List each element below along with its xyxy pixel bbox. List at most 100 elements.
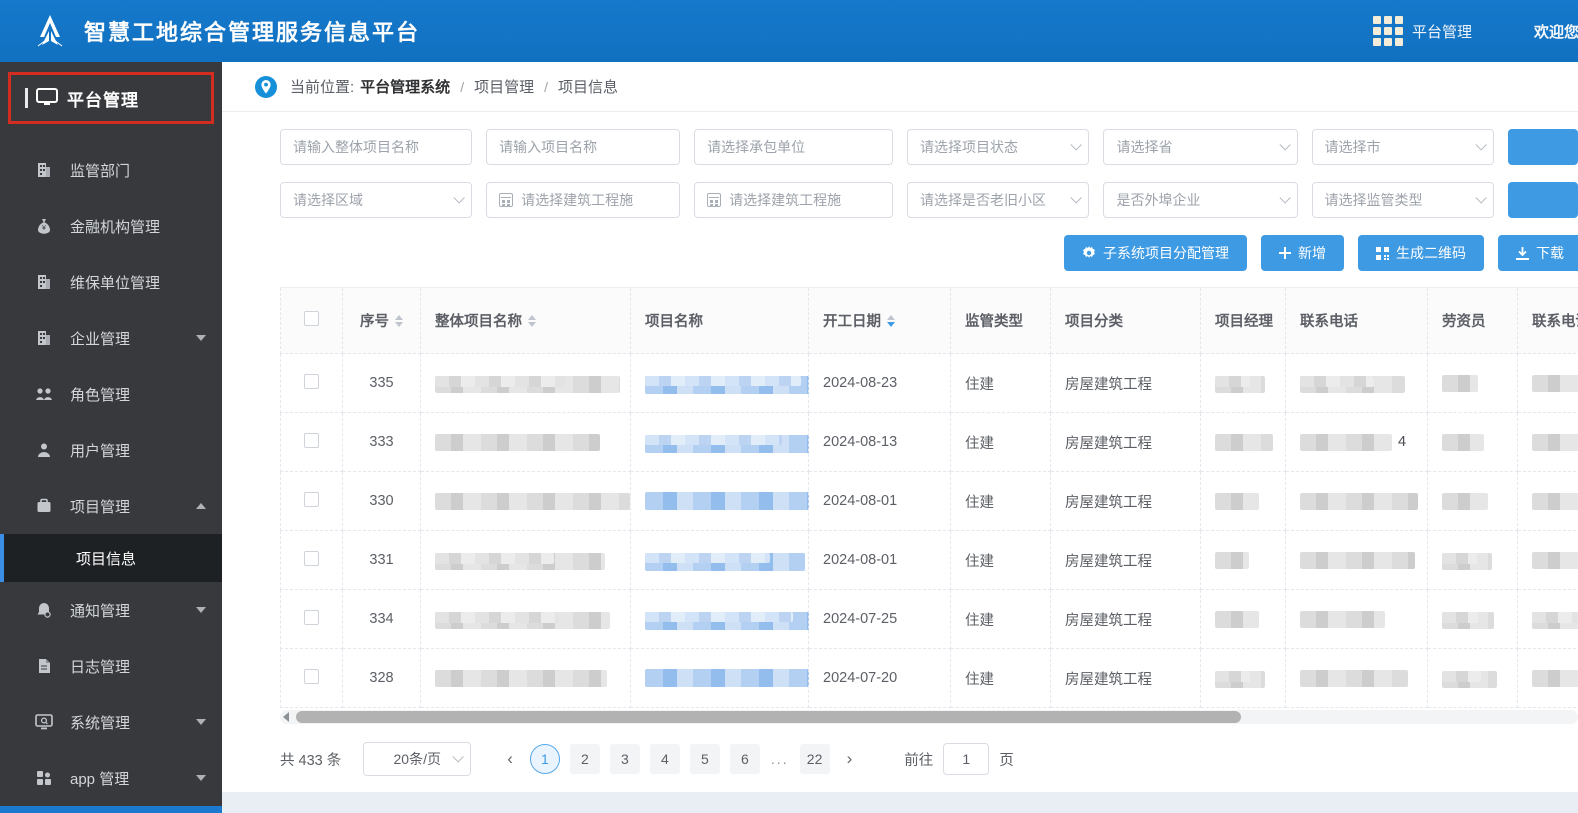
redacted-project-name-link[interactable]	[645, 669, 825, 687]
horizontal-scrollbar[interactable]	[280, 710, 1578, 724]
breadcrumb-project-info[interactable]: 项目信息	[558, 76, 618, 97]
page-button-6[interactable]: 6	[729, 744, 760, 774]
construction-start-date-picker[interactable]: 请选择建筑工程施	[486, 182, 681, 218]
sidebar-item-label: 日志管理	[70, 658, 131, 676]
download-button[interactable]: 下载	[1498, 235, 1578, 271]
reset-button-clipped[interactable]	[1507, 182, 1578, 218]
add-button[interactable]: 新增	[1261, 235, 1344, 271]
row-checkbox[interactable]	[304, 373, 319, 389]
redacted-manager	[1215, 492, 1259, 510]
redacted-project-name-link[interactable]	[645, 552, 805, 571]
redacted-phone	[1300, 433, 1392, 451]
goto-page-input[interactable]	[943, 743, 990, 775]
redacted-phone	[1300, 376, 1405, 393]
scrollbar-thumb[interactable]	[296, 711, 1241, 723]
sidebar-item-system-mgmt[interactable]: 系统管理	[0, 694, 222, 750]
city-select[interactable]: 请选择市	[1311, 129, 1494, 165]
sidebar-item-project-mgmt[interactable]: 项目管理	[0, 478, 222, 534]
chevron-down-icon	[1475, 139, 1487, 151]
table-row[interactable]: 331 2024-08-01 住建 房屋建筑工程	[280, 530, 1578, 590]
row-checkbox[interactable]	[304, 609, 319, 625]
table-row[interactable]: 333 2024-08-13 住建 房屋建筑工程 4	[280, 412, 1578, 472]
contractor-select[interactable]: 请选择承包单位	[694, 129, 894, 165]
col-category: 项目分类	[1065, 314, 1123, 330]
project-name-field[interactable]	[499, 139, 668, 155]
page-size-select[interactable]: 20条/页	[363, 742, 472, 776]
building-icon	[34, 274, 54, 290]
redacted-labor-officer	[1442, 433, 1484, 451]
sidebar-item-user-mgmt[interactable]: 用户管理	[0, 422, 222, 478]
row-checkbox[interactable]	[304, 432, 319, 448]
col-phone2: 联系电话	[1532, 314, 1578, 330]
sidebar-item-maintenance-units[interactable]: 维保单位管理	[0, 254, 222, 310]
sidebar-item-label: 通知管理	[70, 602, 131, 620]
redacted-phone	[1300, 610, 1385, 628]
project-name-input[interactable]	[486, 129, 681, 165]
sidebar-item-regulators[interactable]: 监管部门	[0, 142, 222, 198]
row-checkbox[interactable]	[304, 550, 319, 566]
sidebar-bottom-strip	[0, 806, 222, 813]
page-button-5[interactable]: 5	[689, 744, 720, 774]
table-row[interactable]: 335 2024-08-23 住建 房屋建筑工程	[280, 353, 1578, 413]
sidebar-item-role-mgmt[interactable]: 角色管理	[0, 366, 222, 422]
redacted-manager	[1215, 433, 1273, 451]
breadcrumb-root[interactable]: 平台管理系统	[360, 76, 450, 97]
bell-icon	[34, 602, 54, 618]
cell-start-date: 2024-07-20	[808, 648, 951, 708]
page-button-last[interactable]: 22	[799, 744, 830, 774]
page-button-4[interactable]: 4	[649, 744, 680, 774]
sidebar-section-platform[interactable]: 平台管理	[8, 72, 214, 124]
prev-page-button[interactable]: ‹	[495, 749, 525, 769]
next-page-button[interactable]: ›	[835, 749, 865, 769]
cell-seq: 333	[342, 412, 421, 472]
sort-icons[interactable]	[395, 314, 403, 327]
province-select[interactable]: 请选择省	[1103, 129, 1298, 165]
sidebar-item-app-mgmt[interactable]: app 管理	[0, 750, 222, 806]
overall-project-name-input[interactable]	[280, 129, 473, 165]
sidebar-item-notice-mgmt[interactable]: 通知管理	[0, 582, 222, 638]
cell-seq: 335	[342, 353, 421, 413]
cell-seq: 330	[342, 471, 421, 531]
chevron-up-icon	[196, 503, 206, 509]
breadcrumb-project-mgmt[interactable]: 项目管理	[474, 76, 534, 97]
apps-grid-icon[interactable]	[1372, 16, 1403, 46]
select-all-checkbox[interactable]	[304, 311, 319, 326]
row-checkbox[interactable]	[304, 491, 319, 507]
pages-ellipsis[interactable]: ...	[771, 751, 789, 767]
sidebar-subitem-project-info-active[interactable]: 项目信息	[0, 534, 222, 582]
chevron-down-icon	[196, 719, 206, 725]
external-enterprise-select[interactable]: 是否外埠企业	[1103, 182, 1298, 218]
sidebar-item-log-mgmt[interactable]: 日志管理	[0, 638, 222, 694]
table-row[interactable]: 330 2024-08-01 住建 房屋建筑工程	[280, 471, 1578, 531]
construction-end-date-picker[interactable]: 请选择建筑工程施	[694, 182, 894, 218]
chevron-down-icon	[1070, 192, 1083, 204]
table-row[interactable]: 328 2024-07-20 住建 房屋建筑工程	[280, 648, 1578, 708]
old-community-select[interactable]: 请选择是否老旧小区	[907, 182, 1090, 218]
redacted-manager	[1215, 671, 1265, 688]
overall-project-name-field[interactable]	[293, 139, 460, 155]
project-status-select[interactable]: 请选择项目状态	[907, 129, 1090, 165]
row-checkbox[interactable]	[304, 668, 319, 684]
svg-text:¥: ¥	[42, 225, 46, 232]
sidebar-item-financial-orgs[interactable]: ¥ 金融机构管理	[0, 198, 222, 254]
subsystem-assign-button[interactable]: 子系统项目分配管理	[1064, 235, 1247, 271]
region-select[interactable]: 请选择区域	[280, 182, 473, 218]
search-button-clipped[interactable]	[1507, 129, 1578, 165]
scroll-left-arrow-icon[interactable]	[283, 712, 289, 722]
page-button-3[interactable]: 3	[609, 744, 640, 774]
page-button-1[interactable]: 1	[529, 744, 560, 774]
page-button-2[interactable]: 2	[569, 744, 600, 774]
vertical-bar-decoration	[25, 88, 28, 108]
table-row[interactable]: 334 2024-07-25 住建 房屋建筑工程	[280, 589, 1578, 649]
header-platform-label[interactable]: 平台管理	[1412, 21, 1472, 42]
sort-icons-active[interactable]	[887, 314, 895, 327]
redacted-manager	[1215, 551, 1249, 569]
redacted-project-name-link[interactable]	[645, 611, 835, 630]
redacted-project-name-link[interactable]	[645, 434, 820, 453]
supervision-type-select[interactable]: 请选择监管类型	[1311, 182, 1494, 218]
generate-qrcode-button[interactable]: 生成二维码	[1358, 235, 1484, 271]
cell-start-date: 2024-08-23	[808, 353, 951, 413]
redacted-phone2	[1532, 612, 1578, 629]
sidebar-item-enterprise-mgmt[interactable]: 企业管理	[0, 310, 222, 366]
sort-icons[interactable]	[528, 314, 536, 327]
